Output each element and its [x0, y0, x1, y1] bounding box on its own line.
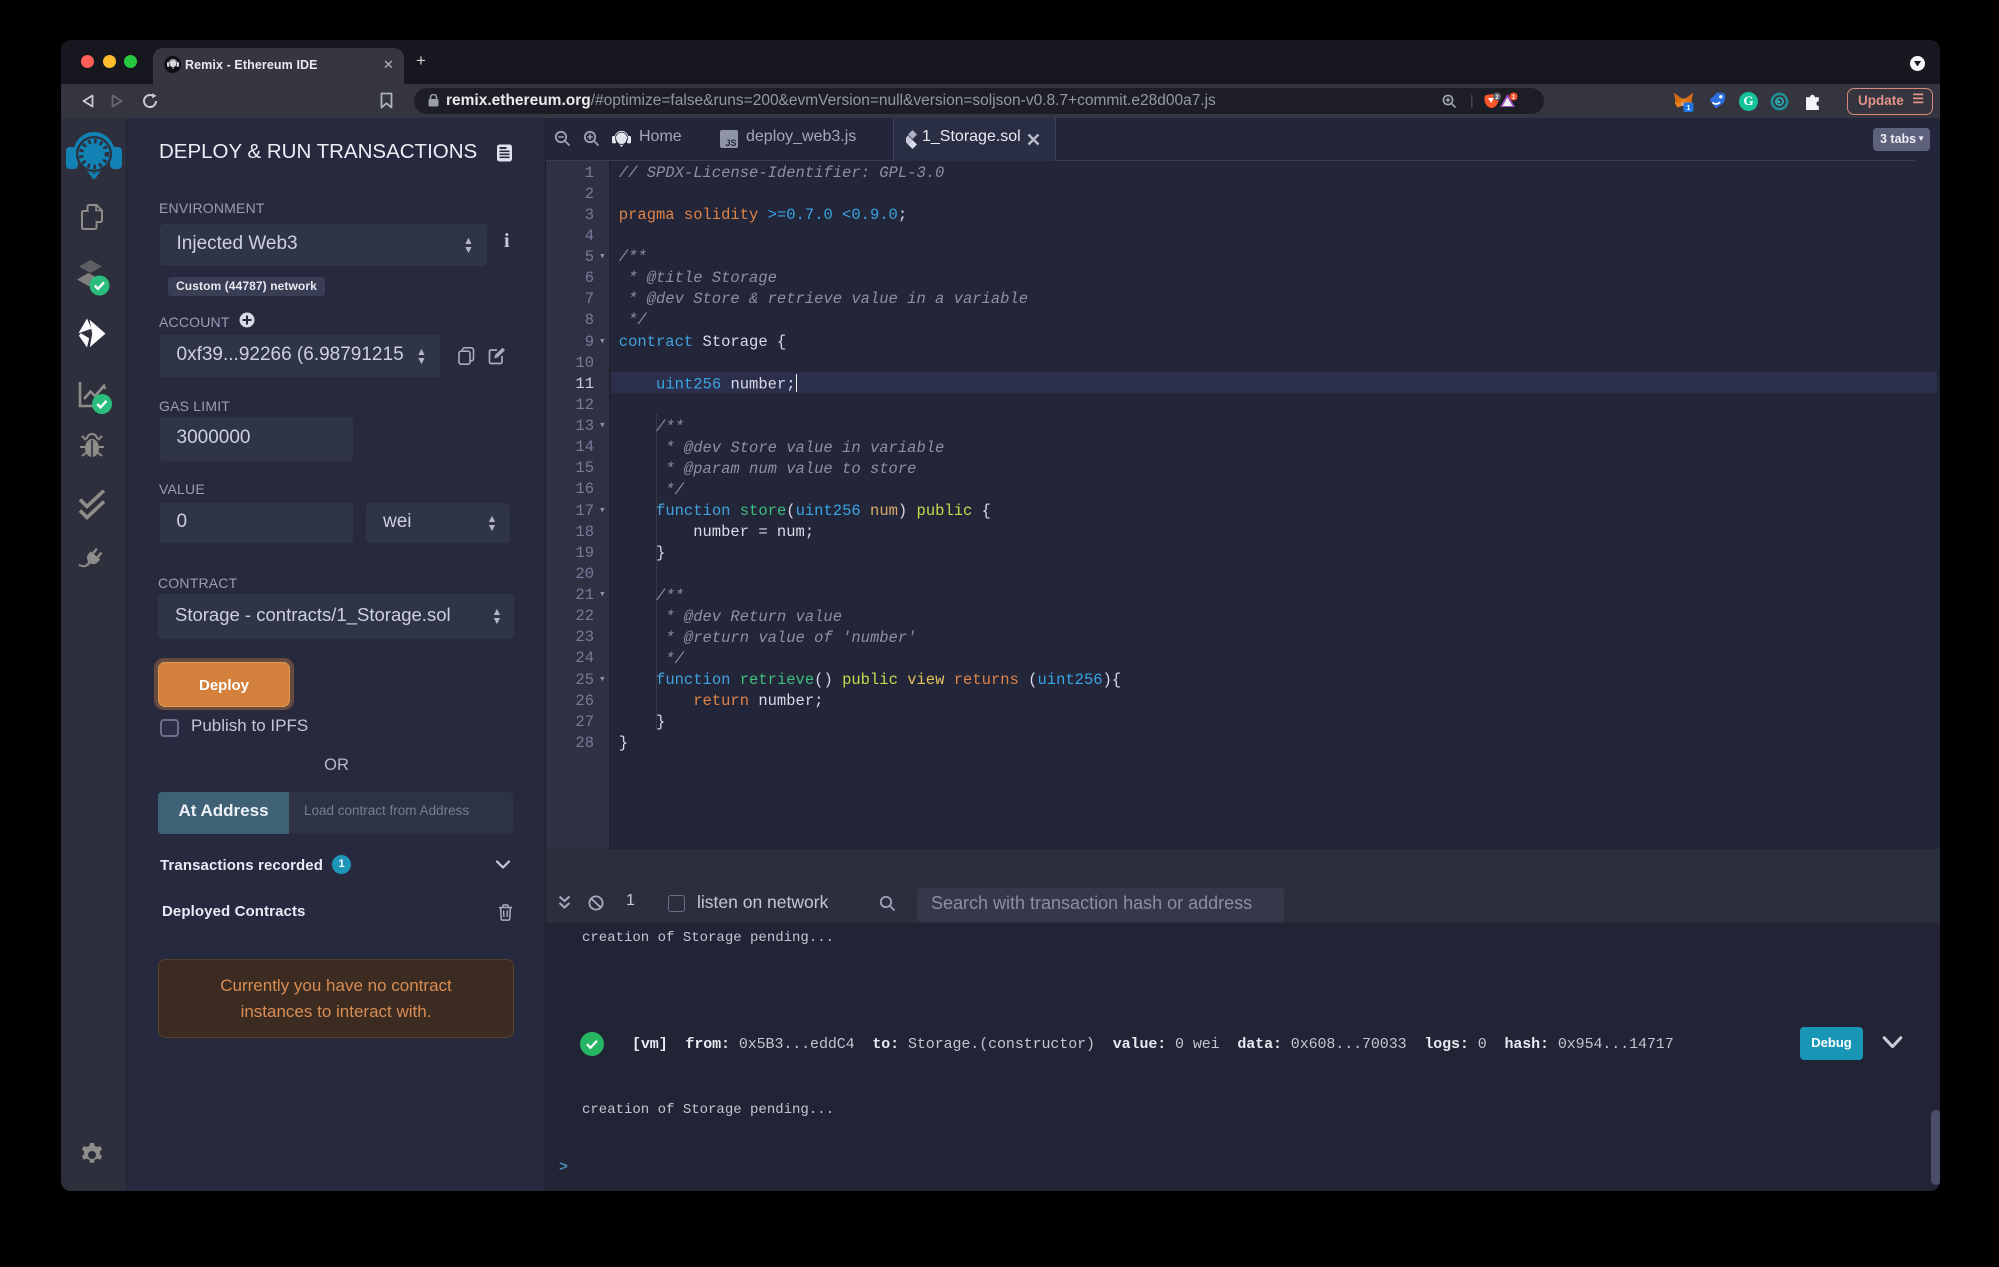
- svg-text:1: 1: [1686, 103, 1690, 112]
